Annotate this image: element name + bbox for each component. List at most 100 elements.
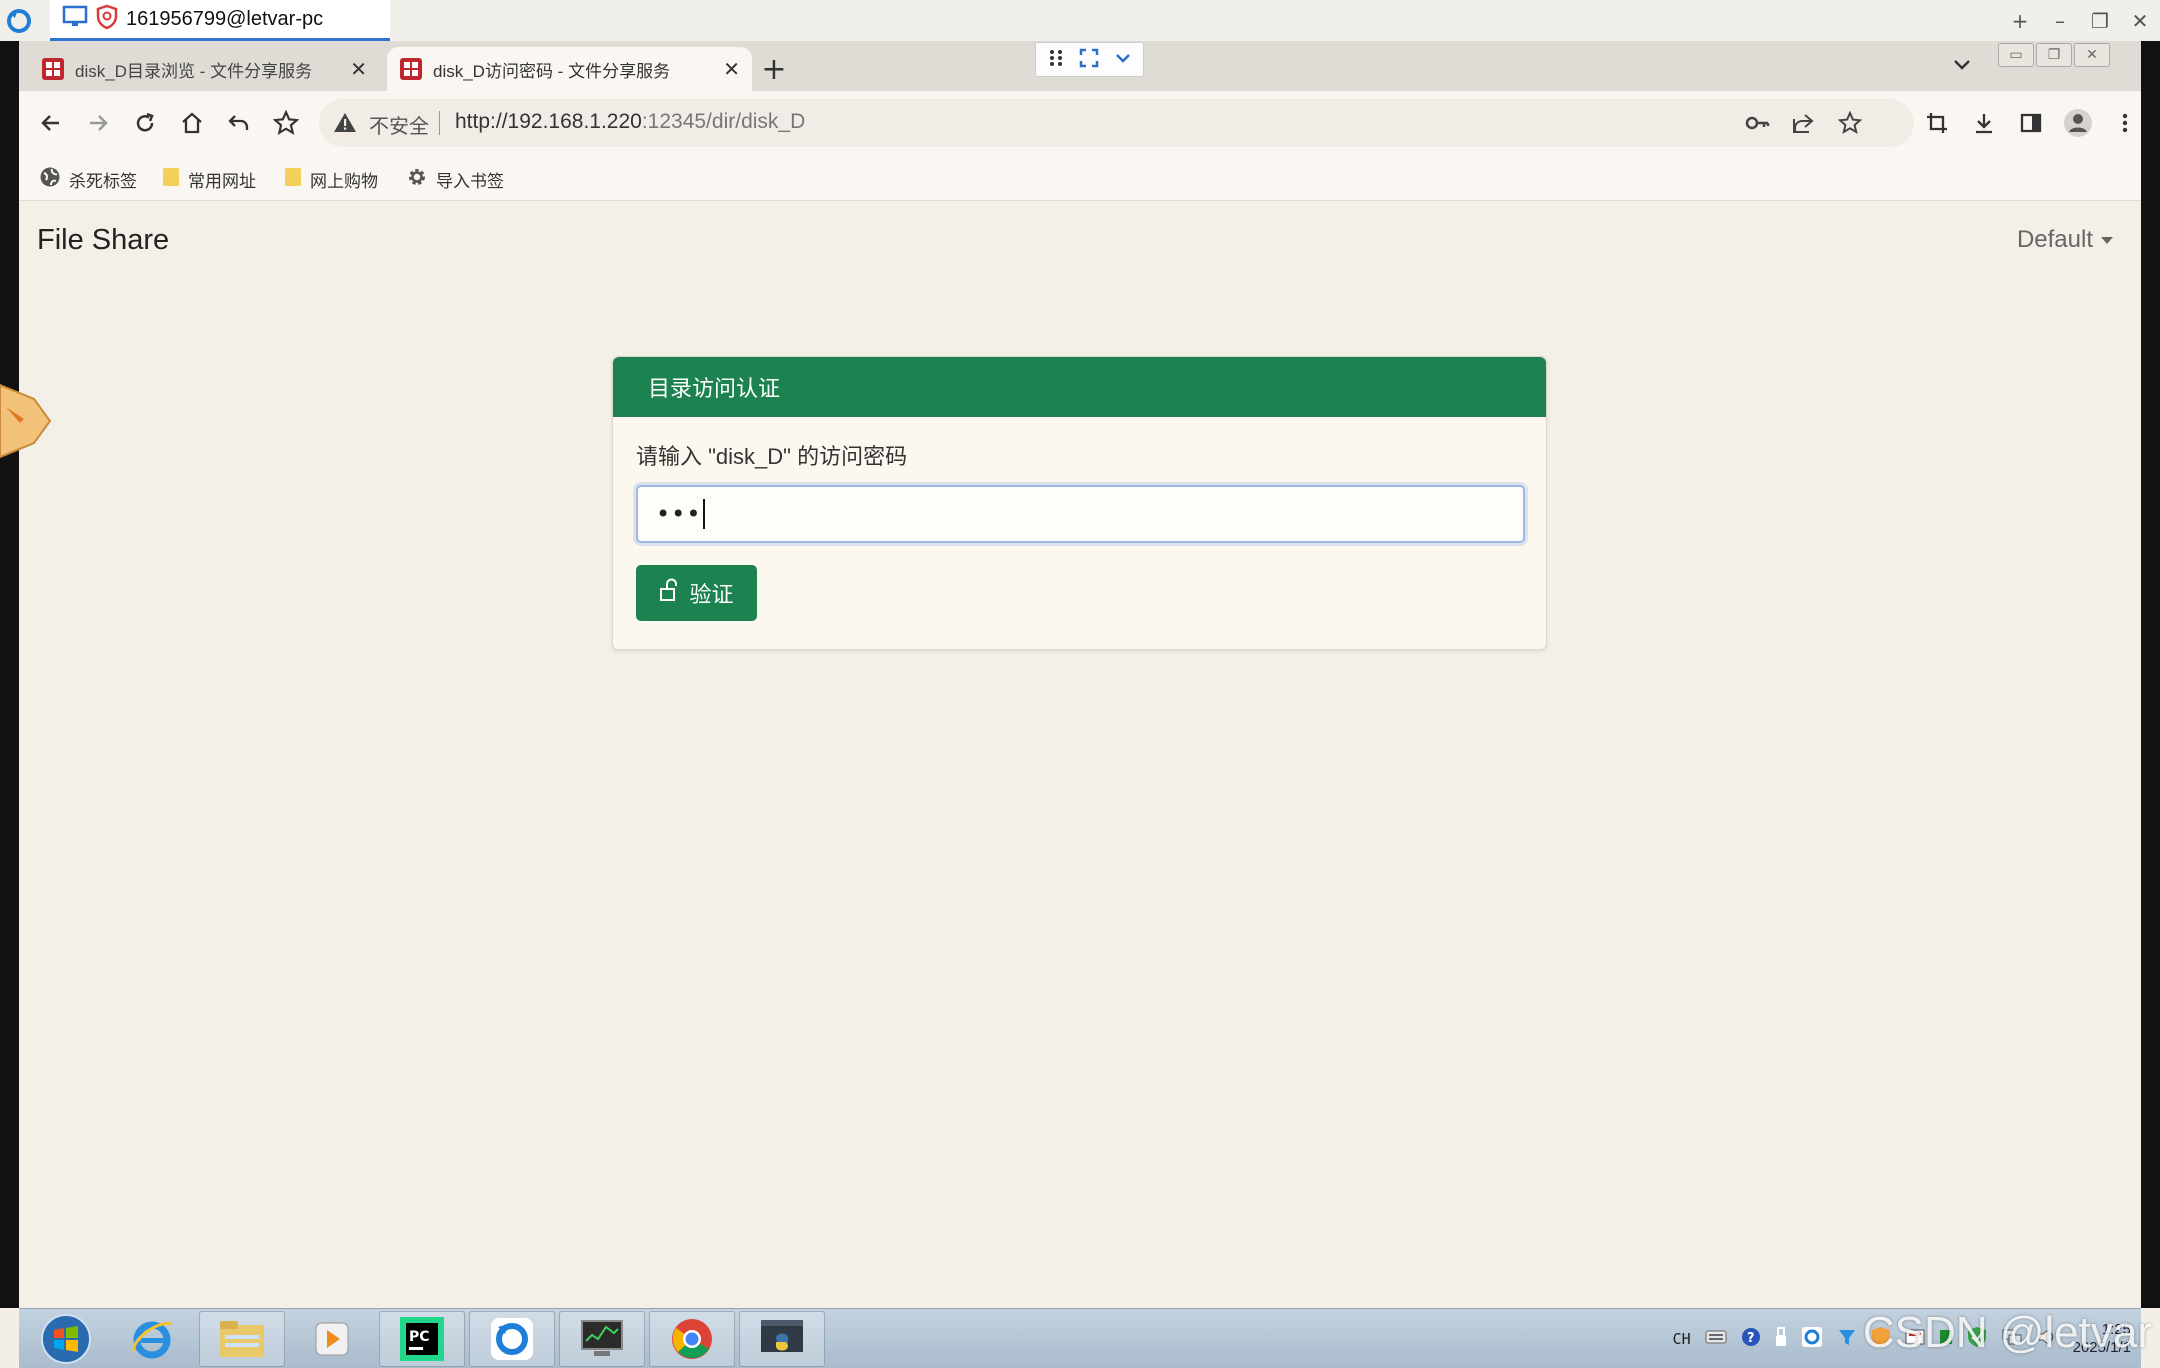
crop-icon[interactable] xyxy=(1919,105,1955,141)
browser-tab-label: disk_D目录浏览 - 文件分享服务 xyxy=(75,61,313,81)
svg-text:?: ? xyxy=(1747,1331,1755,1346)
page-content: File Share Default 目录访问认证 请输入 "disk_D" 的… xyxy=(19,202,2141,1308)
browser-tab-label: disk_D访问密码 - 文件分享服务 xyxy=(433,61,671,81)
grid-icon[interactable] xyxy=(1047,49,1065,71)
help-icon[interactable]: ? xyxy=(1741,1327,1761,1351)
url-text[interactable]: http://192.168.1.220:12345/dir/disk_D xyxy=(455,110,805,134)
system-monitor-icon[interactable] xyxy=(559,1311,645,1367)
undo-icon[interactable] xyxy=(221,105,257,141)
chevron-down-icon[interactable] xyxy=(1114,49,1132,71)
new-tab-button[interactable]: + xyxy=(754,49,794,89)
remote-desktop-logo-icon xyxy=(6,8,32,38)
close-icon[interactable]: ✕ xyxy=(2074,43,2110,67)
bookmarks-bar: 杀死标签 常用网址 网上购物 导入书签 xyxy=(19,155,2141,201)
folder-icon xyxy=(162,166,180,193)
floating-assistant-icon[interactable] xyxy=(0,377,52,465)
folder-icon xyxy=(284,166,302,193)
caret-down-icon xyxy=(2101,236,2113,244)
close-tab-icon[interactable]: ✕ xyxy=(723,57,740,82)
restore-icon[interactable]: ❐ xyxy=(2036,43,2072,67)
more-menu-icon[interactable] xyxy=(2107,105,2143,141)
verify-button[interactable]: 验证 xyxy=(636,565,757,621)
password-input[interactable]: ••• xyxy=(636,485,1525,543)
minimize-icon[interactable]: ▭ xyxy=(1998,43,2034,67)
browser-tab-directory[interactable]: disk_D目录浏览 - 文件分享服务 ✕ xyxy=(29,47,379,91)
input-language-indicator[interactable]: CH xyxy=(1673,1330,1691,1348)
password-prompt: 请输入 "disk_D" 的访问密码 xyxy=(636,444,908,469)
password-key-icon[interactable] xyxy=(1744,111,1770,139)
side-panel-icon[interactable] xyxy=(2013,105,2049,141)
share-icon[interactable] xyxy=(1791,111,1815,139)
remote-floating-toolbar[interactable] xyxy=(1035,42,1144,77)
verify-button-label: 验证 xyxy=(689,582,734,607)
bookmark-folder[interactable]: 常用网址 xyxy=(162,166,256,193)
close-tab-icon[interactable]: ✕ xyxy=(350,57,367,82)
bookmark-label: 导入书签 xyxy=(436,172,504,191)
bookmark-star-icon[interactable] xyxy=(1837,110,1863,139)
bookmark-label: 网上购物 xyxy=(310,172,378,191)
remote-tray-icon[interactable] xyxy=(1801,1326,1823,1352)
text-cursor xyxy=(703,499,706,529)
file-share-favicon-icon xyxy=(41,57,65,81)
file-explorer-icon[interactable] xyxy=(199,1311,285,1367)
globe-icon xyxy=(39,166,61,193)
address-separator xyxy=(439,111,440,135)
theme-dropdown-label: Default xyxy=(2016,226,2093,253)
usb-icon[interactable] xyxy=(1775,1326,1787,1352)
python-app-icon[interactable] xyxy=(739,1311,825,1367)
forward-arrow-icon[interactable] xyxy=(80,105,116,141)
unlock-icon xyxy=(659,578,679,608)
remote-session-tab[interactable]: 161956799@letvar-pc xyxy=(50,0,390,41)
download-icon[interactable] xyxy=(1966,105,2002,141)
windows-taskbar: PC CH ? 1:25 2025/1/1 xyxy=(19,1308,2141,1368)
url-path: :12345/dir/disk_D xyxy=(641,110,806,133)
auth-card-body: 请输入 "disk_D" 的访问密码 ••• 验证 xyxy=(613,417,1546,643)
browser-window-controls: ▭ ❐ ✕ xyxy=(1998,43,2110,67)
home-icon[interactable] xyxy=(174,105,210,141)
profile-avatar-icon[interactable] xyxy=(2060,105,2096,141)
tab-search-chevron-icon[interactable] xyxy=(1953,53,1971,77)
browser-tab-password[interactable]: disk_D访问密码 - 文件分享服务 ✕ xyxy=(387,47,752,91)
back-arrow-icon[interactable] xyxy=(33,105,69,141)
monitor-icon xyxy=(62,5,88,33)
warning-icon[interactable] xyxy=(333,111,357,137)
browser-toolbar: 不安全 http://192.168.1.220:12345/dir/disk_… xyxy=(19,91,2141,155)
close-icon[interactable]: ✕ xyxy=(2120,0,2160,41)
star-icon[interactable] xyxy=(268,105,304,141)
chrome-icon[interactable] xyxy=(649,1311,735,1367)
auth-card-header: 目录访问认证 xyxy=(613,357,1546,417)
keyboard-icon[interactable] xyxy=(1705,1329,1727,1349)
remote-desktop-titlebar: 161956799@letvar-pc + – ❐ ✕ xyxy=(0,0,2160,41)
media-player-icon[interactable] xyxy=(289,1311,375,1367)
start-button-icon[interactable] xyxy=(23,1311,109,1367)
auth-card: 目录访问认证 请输入 "disk_D" 的访问密码 ••• 验证 xyxy=(612,356,1547,650)
browser-tabstrip: disk_D目录浏览 - 文件分享服务 ✕ disk_D访问密码 - 文件分享服… xyxy=(19,41,2141,91)
reload-icon[interactable] xyxy=(127,105,163,141)
file-share-favicon-icon xyxy=(399,57,423,81)
restore-icon[interactable]: ❐ xyxy=(2080,0,2120,41)
minimize-icon[interactable]: – xyxy=(2040,0,2080,41)
add-icon[interactable]: + xyxy=(2000,0,2040,41)
security-status-label[interactable]: 不安全 xyxy=(369,110,429,139)
remote-screen-border-left xyxy=(0,41,19,1308)
theme-dropdown[interactable]: Default xyxy=(2017,226,2113,254)
bookmark-label: 常用网址 xyxy=(188,172,256,191)
url-host: http://192.168.1.220 xyxy=(455,110,642,133)
csdn-watermark: CSDN @letvar xyxy=(1862,1308,2152,1357)
pycharm-icon[interactable]: PC xyxy=(379,1311,465,1367)
shield-icon xyxy=(96,4,118,34)
bookmark-item[interactable]: 导入书签 xyxy=(406,166,504,193)
network-filter-icon[interactable] xyxy=(1837,1327,1857,1351)
remote-screen-border-right xyxy=(2141,41,2160,1308)
browser-window: disk_D目录浏览 - 文件分享服务 ✕ disk_D访问密码 - 文件分享服… xyxy=(19,41,2141,1308)
internet-explorer-icon[interactable] xyxy=(109,1311,195,1367)
bookmark-item[interactable]: 杀死标签 xyxy=(39,166,137,193)
brand-title[interactable]: File Share xyxy=(37,224,169,257)
remote-session-title: 161956799@letvar-pc xyxy=(126,7,324,30)
fullscreen-icon[interactable] xyxy=(1079,48,1099,72)
gear-icon xyxy=(406,166,428,193)
remote-desktop-app-icon[interactable] xyxy=(469,1311,555,1367)
address-bar[interactable]: 不安全 http://192.168.1.220:12345/dir/disk_… xyxy=(319,99,1914,147)
bookmark-folder[interactable]: 网上购物 xyxy=(284,166,378,193)
svg-text:PC: PC xyxy=(409,1329,430,1345)
